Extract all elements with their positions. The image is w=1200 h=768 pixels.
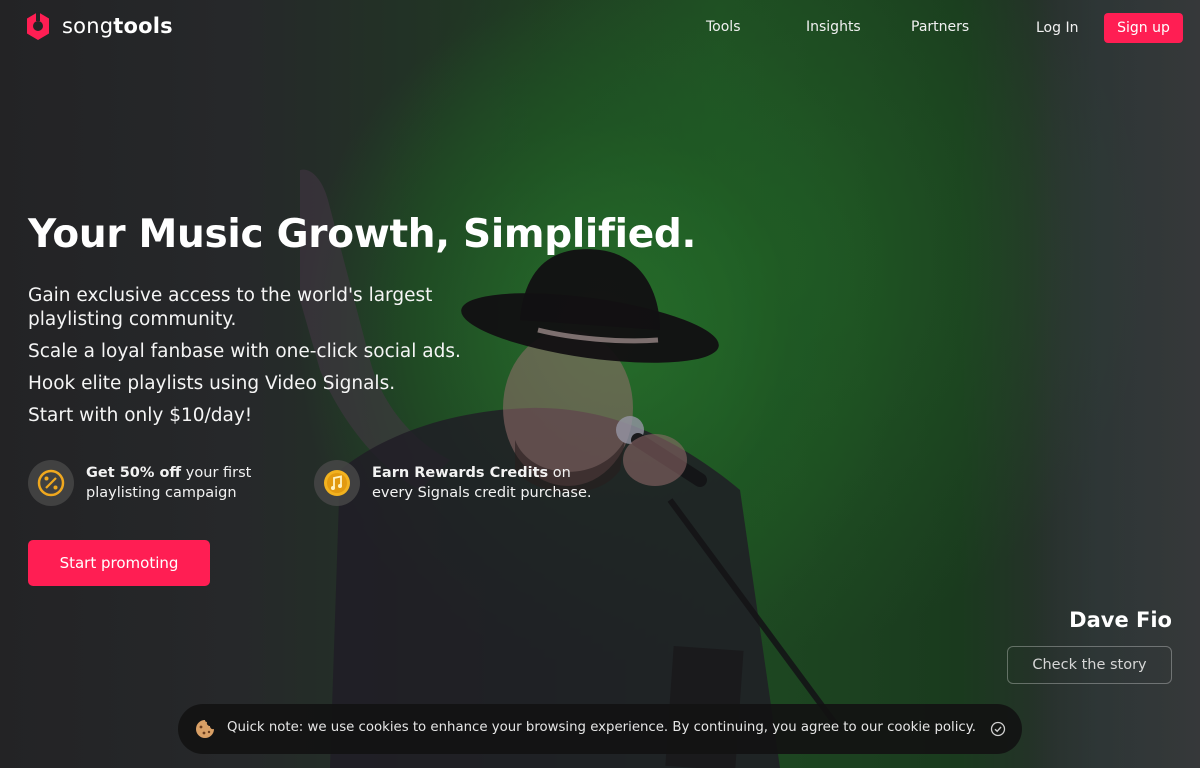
brand-logo[interactable]: songtools xyxy=(22,10,173,42)
perk-rewards-text: Earn Rewards Credits on every Signals cr… xyxy=(372,465,592,501)
hero-line-playlisting: Gain exclusive access to the world's lar… xyxy=(28,285,433,330)
top-nav: songtools Tools Insights Partners Log In… xyxy=(0,0,1200,56)
perk-discount: Get 50% off your first playlisting campa… xyxy=(28,460,256,506)
nav-insights-link[interactable]: Insights xyxy=(806,19,861,35)
accept-cookies-check-icon[interactable] xyxy=(990,721,1006,737)
featured-artist-name: Dave Fio xyxy=(1069,608,1172,632)
check-story-button[interactable]: Check the story xyxy=(1007,646,1172,684)
cookie-notice-text: Quick note: we use cookies to enhance yo… xyxy=(227,720,976,735)
nav-partners-link[interactable]: Partners xyxy=(911,19,969,35)
hero-title: Your Music Growth, Simplified. xyxy=(28,212,697,257)
cookie-icon xyxy=(196,720,214,738)
login-link[interactable]: Log In xyxy=(1036,20,1078,36)
perk-rewards: Earn Rewards Credits on every Signals cr… xyxy=(314,460,612,506)
start-promoting-button[interactable]: Start promoting xyxy=(28,540,210,586)
hero-description: Gain exclusive access to the world's lar… xyxy=(28,284,488,436)
hero-line-video-signals: Hook elite playlists using Video Signals… xyxy=(28,373,396,394)
brand-name: songtools xyxy=(62,14,173,38)
cookie-banner: Quick note: we use cookies to enhance yo… xyxy=(178,704,1022,754)
music-coin-icon xyxy=(314,460,360,506)
signup-button[interactable]: Sign up xyxy=(1104,13,1183,43)
hero-line-fanbase: Scale a loyal fanbase with one-click soc… xyxy=(28,341,461,362)
perk-discount-text: Get 50% off your first playlisting campa… xyxy=(86,465,252,501)
songtools-logo-icon xyxy=(27,12,49,40)
hero-line-pricing: Start with only $10/day! xyxy=(28,405,253,426)
nav-tools-link[interactable]: Tools xyxy=(706,19,741,35)
percent-icon xyxy=(28,460,74,506)
